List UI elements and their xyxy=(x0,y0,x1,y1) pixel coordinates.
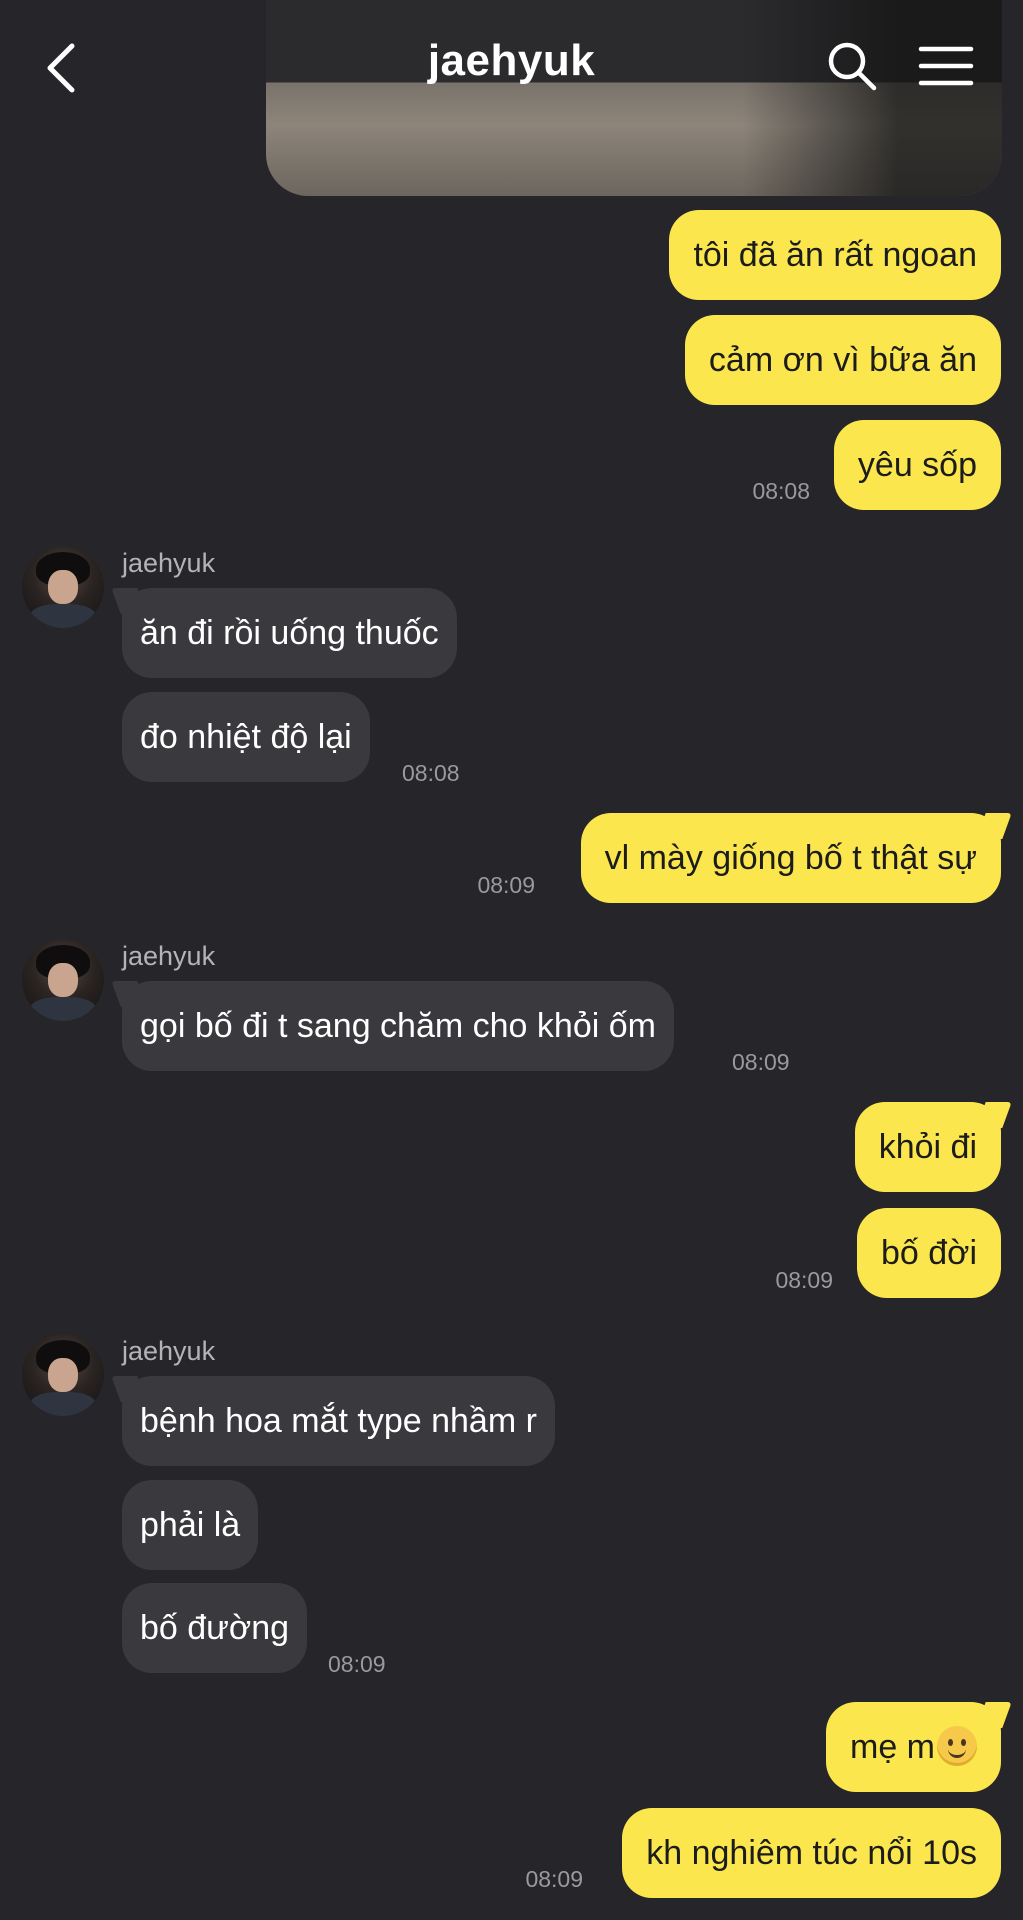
outgoing-message[interactable]: yêu sốp xyxy=(833,420,1001,510)
message-timestamp: 08:09 xyxy=(775,1267,833,1293)
avatar[interactable] xyxy=(22,546,104,628)
hamburger-menu-icon xyxy=(918,46,974,86)
outgoing-message[interactable]: kh nghiêm túc nổi 10s xyxy=(622,1808,1001,1898)
outgoing-message[interactable]: khỏi đi xyxy=(854,1102,1001,1192)
chevron-left-icon xyxy=(47,43,75,93)
sender-name: jaehyuk xyxy=(122,548,216,578)
message-timestamp: 08:08 xyxy=(402,760,460,786)
incoming-message[interactable]: đo nhiệt độ lại xyxy=(122,692,370,782)
incoming-message[interactable]: bố đường xyxy=(122,1583,308,1673)
sender-name: jaehyuk xyxy=(122,941,216,971)
back-button[interactable] xyxy=(40,40,84,96)
outgoing-message[interactable]: bố đời xyxy=(856,1208,1001,1298)
outgoing-message[interactable]: tôi đã ăn rất ngoan xyxy=(669,210,1001,300)
slightly-smiling-face-icon xyxy=(937,1726,977,1767)
menu-button[interactable] xyxy=(918,44,974,88)
incoming-message[interactable]: ăn đi rồi uống thuốc xyxy=(122,588,457,678)
message-timestamp: 08:09 xyxy=(732,1049,790,1075)
search-icon xyxy=(828,42,877,91)
incoming-message[interactable]: gọi bố đi t sang chăm cho khỏi ốm xyxy=(122,981,674,1071)
outgoing-message[interactable]: cảm ơn vì bữa ăn xyxy=(684,315,1001,405)
message-timestamp: 08:08 xyxy=(752,478,810,504)
avatar[interactable] xyxy=(22,1334,104,1416)
message-timestamp: 08:09 xyxy=(328,1651,386,1677)
search-button[interactable] xyxy=(826,40,878,92)
message-timestamp: 08:09 xyxy=(477,872,535,898)
message-timestamp: 08:09 xyxy=(525,1866,583,1892)
outgoing-message[interactable]: vl mày giống bố t thật sự xyxy=(580,813,1001,903)
avatar[interactable] xyxy=(22,939,104,1021)
incoming-message[interactable]: bệnh hoa mắt type nhầm r xyxy=(122,1376,555,1466)
message-text: mẹ m xyxy=(850,1728,935,1766)
chat-header: jaehyuk xyxy=(0,0,1023,130)
incoming-message[interactable]: phải là xyxy=(122,1480,259,1570)
sender-name: jaehyuk xyxy=(122,1336,216,1366)
outgoing-message[interactable]: mẹ m xyxy=(826,1702,1001,1792)
